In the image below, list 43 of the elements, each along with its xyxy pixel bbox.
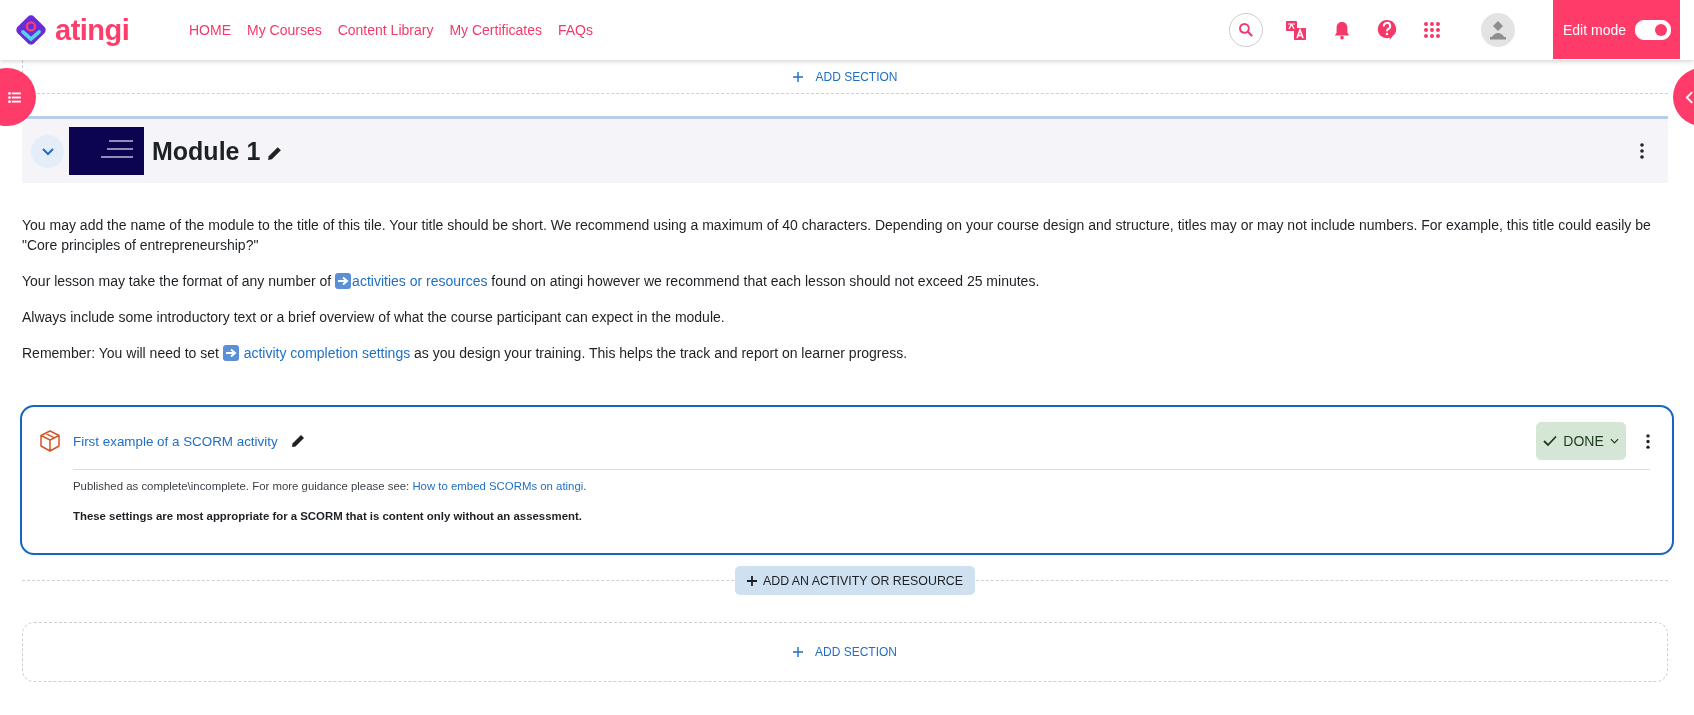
text-link[interactable]: activities or resources [335,273,488,289]
package-icon [38,429,62,453]
pencil-icon[interactable] [266,144,284,162]
nav-link[interactable]: HOME [189,22,231,38]
summary-paragraph: Your lesson may take the format of any number of activities or resources found on atingi however we recommend that each lesson should not exceed 25 minutes. [22,272,1041,291]
activity-link[interactable]: First example of a SCORM activity [73,433,278,449]
user-avatar[interactable] [1481,13,1515,47]
bell-icon[interactable] [1333,20,1351,40]
edit-mode-switch[interactable] [1635,19,1672,40]
activity-note: These settings are most appropriate for a SCORM that is content only without an assessment. [73,510,583,522]
nav-link[interactable]: Content Library [337,22,434,38]
list-icon [8,91,21,103]
caret-icon [1609,438,1619,444]
more-options-icon[interactable] [1646,433,1650,449]
completion-button[interactable]: DONE [1536,422,1626,460]
arrow-right-icon [335,273,352,289]
nav-link[interactable]: FAQs [558,22,593,38]
chevron-left-icon [1685,90,1694,104]
add-section-link[interactable]: ADD SECTION [793,69,898,84]
plus-icon [793,71,804,82]
plus-icon [793,647,803,657]
nav-link[interactable]: My Courses [247,22,322,38]
help-icon[interactable] [1377,19,1397,41]
search-icon [1238,22,1254,38]
more-options-icon[interactable] [1640,143,1644,159]
apps-grid-icon[interactable] [1423,21,1441,39]
add-section-link[interactable]: ADD SECTION [793,645,897,659]
text-link[interactable]: activity completion settings [222,345,411,361]
add-activity-button[interactable]: ADD AN ACTIVITY OR RESOURCE [734,566,976,595]
logo-text[interactable]: atingi [55,13,130,47]
nav-link[interactable]: My Certificates [449,22,542,38]
check-icon [1543,435,1558,447]
arrow-right-icon [222,345,239,361]
translate-icon[interactable] [1285,19,1307,41]
pencil-icon[interactable] [289,433,306,449]
summary-paragraph: Always include some introductory text or a brief overview of what the course participant can expect in the module. [22,308,726,327]
plus-icon [746,575,757,586]
module-title: Module 1 [152,136,261,166]
edit-mode-label: Edit mode [1563,21,1627,38]
summary-paragraph: You may add the name of the module to the title of this tile. Your title should be short. We recommend using a maximum of 40 characters. Depending on your course design and structure, titles may or may not include numbers. For example, this title could easily be "Core principles of entrepreneurship?" [22,216,1652,255]
collapse-button[interactable] [31,134,64,168]
summary-paragraph: Remember: You will need to set activity completion settings as you design your training. This helps the track and report on learner progress. [22,344,909,363]
activity-description: Published as complete\incomplete. For more guidance please see: How to embed SCORMs on atingi. [73,480,588,492]
